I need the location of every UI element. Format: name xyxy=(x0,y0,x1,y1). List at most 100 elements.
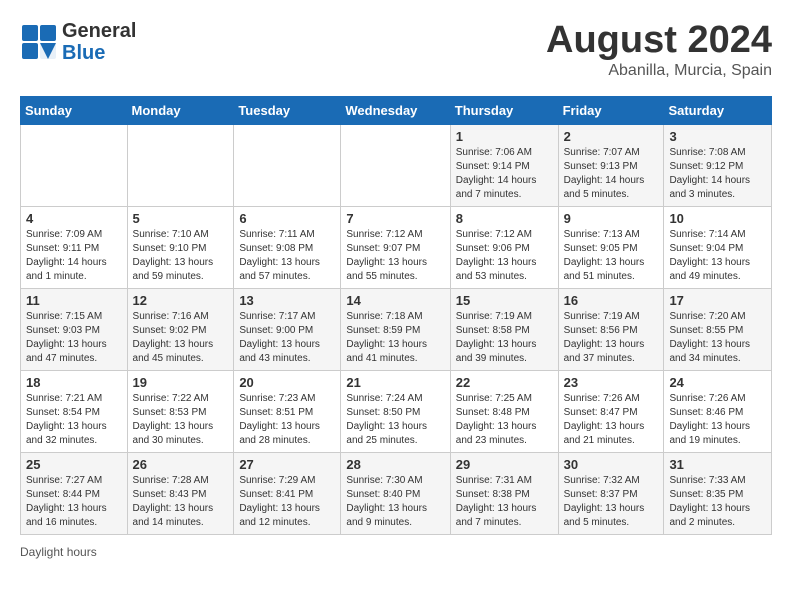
title-block: August 2024 Abanilla, Murcia, Spain xyxy=(546,20,772,80)
day-info: Sunrise: 7:25 AMSunset: 8:48 PMDaylight:… xyxy=(456,392,553,448)
day-number: 3 xyxy=(669,129,766,144)
calendar-day-cell: 5Sunrise: 7:10 AMSunset: 9:10 PMDaylight… xyxy=(127,206,234,288)
day-info: Sunrise: 7:26 AMSunset: 8:46 PMDaylight:… xyxy=(669,392,766,448)
header-saturday: Saturday xyxy=(664,96,772,124)
calendar-day-cell: 17Sunrise: 7:20 AMSunset: 8:55 PMDayligh… xyxy=(664,288,772,370)
day-number: 1 xyxy=(456,129,553,144)
day-info: Sunrise: 7:12 AMSunset: 9:06 PMDaylight:… xyxy=(456,228,553,284)
calendar-day-cell: 20Sunrise: 7:23 AMSunset: 8:51 PMDayligh… xyxy=(234,370,341,452)
day-info: Sunrise: 7:29 AMSunset: 8:41 PMDaylight:… xyxy=(239,474,335,530)
calendar-day-cell: 31Sunrise: 7:33 AMSunset: 8:35 PMDayligh… xyxy=(664,452,772,534)
logo-icon xyxy=(20,23,58,61)
logo-blue: Blue xyxy=(62,42,136,64)
calendar-day-cell: 19 Sunrise: 7:22 AMSunset: 8:53 PMDayligh… xyxy=(127,370,234,452)
page-header: General Blue August 2024 Abanilla, Murci… xyxy=(20,20,772,80)
logo-general: General xyxy=(62,20,136,42)
day-number: 6 xyxy=(239,211,335,226)
day-number: 8 xyxy=(456,211,553,226)
calendar-day-cell: 16 Sunrise: 7:19 AMSunset: 8:56 PMDayligh… xyxy=(558,288,664,370)
day-info: Sunrise: 7:19 AMSunset: 8:56 PMDaylight:… xyxy=(564,310,659,366)
calendar-day-cell: 3 Sunrise: 7:08 AMSunset: 9:12 PMDaylight… xyxy=(664,124,772,206)
day-info: Sunrise: 7:33 AMSunset: 8:35 PMDaylight:… xyxy=(669,474,766,530)
day-number: 2 xyxy=(564,129,659,144)
calendar-week-row: 11Sunrise: 7:15 AMSunset: 9:03 PMDayligh… xyxy=(21,288,772,370)
day-info: Sunrise: 7:09 AMSunset: 9:11 PMDaylight:… xyxy=(26,228,122,284)
day-number: 15 xyxy=(456,293,553,308)
calendar-day-cell: 28 Sunrise: 7:30 AMSunset: 8:40 PMDayligh… xyxy=(341,452,450,534)
calendar-week-row: 18 Sunrise: 7:21 AMSunset: 8:54 PMDayligh… xyxy=(21,370,772,452)
day-number: 24 xyxy=(669,375,766,390)
day-number: 23 xyxy=(564,375,659,390)
day-info: Sunrise: 7:15 AMSunset: 9:03 PMDaylight:… xyxy=(26,310,122,366)
day-info: Sunrise: 7:11 AMSunset: 9:08 PMDaylight:… xyxy=(239,228,335,284)
header-friday: Friday xyxy=(558,96,664,124)
day-info: Sunrise: 7:10 AMSunset: 9:10 PMDaylight:… xyxy=(133,228,229,284)
day-number: 30 xyxy=(564,457,659,472)
calendar-day-cell xyxy=(127,124,234,206)
day-info: Sunrise: 7:08 AMSunset: 9:12 PMDaylight:… xyxy=(669,146,766,202)
calendar-day-cell: 2 Sunrise: 7:07 AMSunset: 9:13 PMDaylight… xyxy=(558,124,664,206)
month-year-title: August 2024 xyxy=(546,20,772,62)
day-info: Sunrise: 7:30 AMSunset: 8:40 PMDaylight:… xyxy=(346,474,444,530)
day-info: Sunrise: 7:17 AMSunset: 9:00 PMDaylight:… xyxy=(239,310,335,366)
logo: General Blue xyxy=(20,20,136,64)
day-number: 17 xyxy=(669,293,766,308)
calendar-day-cell: 18 Sunrise: 7:21 AMSunset: 8:54 PMDayligh… xyxy=(21,370,128,452)
calendar-day-cell: 24 Sunrise: 7:26 AMSunset: 8:46 PMDayligh… xyxy=(664,370,772,452)
calendar-week-row: 25Sunrise: 7:27 AMSunset: 8:44 PMDayligh… xyxy=(21,452,772,534)
calendar-day-cell: 12 Sunrise: 7:16 AMSunset: 9:02 PMDayligh… xyxy=(127,288,234,370)
day-number: 12 xyxy=(133,293,229,308)
calendar-week-row: 1Sunrise: 7:06 AMSunset: 9:14 PMDaylight… xyxy=(21,124,772,206)
day-info: Sunrise: 7:16 AMSunset: 9:02 PMDaylight:… xyxy=(133,310,229,366)
day-number: 10 xyxy=(669,211,766,226)
day-info: Sunrise: 7:19 AMSunset: 8:58 PMDaylight:… xyxy=(456,310,553,366)
day-info: Sunrise: 7:31 AMSunset: 8:38 PMDaylight:… xyxy=(456,474,553,530)
calendar-day-cell: 25Sunrise: 7:27 AMSunset: 8:44 PMDayligh… xyxy=(21,452,128,534)
calendar-day-cell: 13 Sunrise: 7:17 AMSunset: 9:00 PMDayligh… xyxy=(234,288,341,370)
day-number: 21 xyxy=(346,375,444,390)
calendar-day-cell xyxy=(21,124,128,206)
calendar-day-cell: 23 Sunrise: 7:26 AMSunset: 8:47 PMDayligh… xyxy=(558,370,664,452)
calendar-day-cell: 29 Sunrise: 7:31 AMSunset: 8:38 PMDayligh… xyxy=(450,452,558,534)
calendar-day-cell: 6 Sunrise: 7:11 AMSunset: 9:08 PMDaylight… xyxy=(234,206,341,288)
header-sunday: Sunday xyxy=(21,96,128,124)
day-number: 28 xyxy=(346,457,444,472)
calendar-day-cell: 11Sunrise: 7:15 AMSunset: 9:03 PMDayligh… xyxy=(21,288,128,370)
day-info: Sunrise: 7:28 AMSunset: 8:43 PMDaylight:… xyxy=(133,474,229,530)
day-info: Sunrise: 7:23 AMSunset: 8:51 PMDaylight:… xyxy=(239,392,335,448)
calendar-day-cell: 21 Sunrise: 7:24 AMSunset: 8:50 PMDayligh… xyxy=(341,370,450,452)
day-number: 9 xyxy=(564,211,659,226)
day-number: 7 xyxy=(346,211,444,226)
calendar-day-cell: 10 Sunrise: 7:14 AMSunset: 9:04 PMDayligh… xyxy=(664,206,772,288)
header-thursday: Thursday xyxy=(450,96,558,124)
calendar-day-cell: 8 Sunrise: 7:12 AMSunset: 9:06 PMDaylight… xyxy=(450,206,558,288)
day-number: 19 xyxy=(133,375,229,390)
day-number: 18 xyxy=(26,375,122,390)
day-info: Sunrise: 7:22 AMSunset: 8:53 PMDaylight:… xyxy=(133,392,229,448)
day-info: Sunrise: 7:27 AMSunset: 8:44 PMDaylight:… xyxy=(26,474,122,530)
calendar-day-cell xyxy=(341,124,450,206)
calendar-table: Sunday Monday Tuesday Wednesday Thursday… xyxy=(20,96,772,535)
day-info: Sunrise: 7:24 AMSunset: 8:50 PMDaylight:… xyxy=(346,392,444,448)
daylight-hours-label: Daylight hours xyxy=(20,545,97,559)
location-subtitle: Abanilla, Murcia, Spain xyxy=(546,62,772,80)
day-info: Sunrise: 7:18 AMSunset: 8:59 PMDaylight:… xyxy=(346,310,444,366)
calendar-day-cell: 30Sunrise: 7:32 AMSunset: 8:37 PMDayligh… xyxy=(558,452,664,534)
day-number: 14 xyxy=(346,293,444,308)
day-info: Sunrise: 7:07 AMSunset: 9:13 PMDaylight:… xyxy=(564,146,659,202)
day-info: Sunrise: 7:26 AMSunset: 8:47 PMDaylight:… xyxy=(564,392,659,448)
day-info: Sunrise: 7:21 AMSunset: 8:54 PMDaylight:… xyxy=(26,392,122,448)
calendar-day-cell: 26Sunrise: 7:28 AMSunset: 8:43 PMDayligh… xyxy=(127,452,234,534)
day-info: Sunrise: 7:14 AMSunset: 9:04 PMDaylight:… xyxy=(669,228,766,284)
day-number: 16 xyxy=(564,293,659,308)
calendar-day-cell: 14 Sunrise: 7:18 AMSunset: 8:59 PMDayligh… xyxy=(341,288,450,370)
day-number: 13 xyxy=(239,293,335,308)
calendar-day-cell: 15 Sunrise: 7:19 AMSunset: 8:58 PMDayligh… xyxy=(450,288,558,370)
calendar-day-cell: 7Sunrise: 7:12 AMSunset: 9:07 PMDaylight… xyxy=(341,206,450,288)
day-info: Sunrise: 7:13 AMSunset: 9:05 PMDaylight:… xyxy=(564,228,659,284)
calendar-day-cell: 27Sunrise: 7:29 AMSunset: 8:41 PMDayligh… xyxy=(234,452,341,534)
header-wednesday: Wednesday xyxy=(341,96,450,124)
calendar-day-cell: 22Sunrise: 7:25 AMSunset: 8:48 PMDayligh… xyxy=(450,370,558,452)
day-number: 29 xyxy=(456,457,553,472)
header-tuesday: Tuesday xyxy=(234,96,341,124)
